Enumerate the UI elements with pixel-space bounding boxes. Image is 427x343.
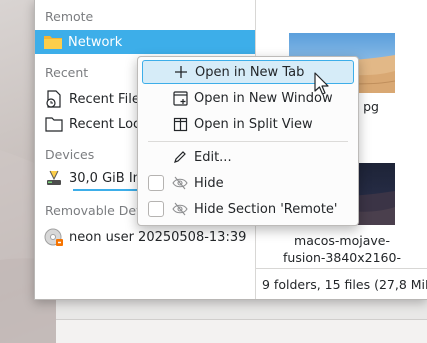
- section-removable: Removable Dev: [45, 203, 144, 218]
- file-name-mojave-line1: macos-mojave-: [294, 233, 390, 248]
- status-bar: 9 folders, 15 files (27,8 MiB): [256, 268, 427, 299]
- mouse-cursor-icon: [314, 72, 329, 95]
- recent-locations-icon: [43, 113, 65, 135]
- hide-section-checkbox[interactable]: [148, 201, 164, 217]
- background-window-bar: [56, 319, 427, 343]
- menu-open-new-window-label: Open in New Window: [194, 90, 333, 106]
- menu-separator: [148, 141, 348, 142]
- menu-open-new-tab-label: Open in New Tab: [195, 64, 305, 80]
- menu-open-split-view[interactable]: Open in Split View: [142, 112, 354, 136]
- place-network[interactable]: Network: [35, 30, 255, 54]
- menu-hide[interactable]: Hide: [142, 171, 354, 195]
- place-recent-files-label: Recent Files: [69, 91, 147, 107]
- place-network-label: Network: [68, 34, 123, 50]
- place-internal-disk-label: 30,0 GiB Int: [69, 170, 146, 186]
- file-name-mojave[interactable]: macos-mojave- fusion-3840x2160-: [276, 232, 408, 266]
- menu-edit-label: Edit...: [194, 149, 232, 165]
- hidden-eye-icon: [172, 175, 188, 191]
- menu-hide-label: Hide: [194, 175, 224, 191]
- place-removable-disk-label: neon user 20250508-13:39: [69, 229, 247, 245]
- menu-edit[interactable]: Edit...: [142, 145, 354, 169]
- pencil-icon: [172, 149, 188, 165]
- section-recent: Recent: [45, 65, 89, 80]
- optical-disc-icon: [43, 226, 65, 248]
- new-window-icon: [172, 90, 188, 106]
- section-remote: Remote: [45, 9, 94, 24]
- section-devices: Devices: [45, 147, 95, 162]
- place-removable-disk[interactable]: neon user 20250508-13:39: [39, 225, 253, 249]
- hidden-eye-icon: [172, 201, 188, 217]
- recent-files-icon: [43, 88, 65, 110]
- status-text: 9 folders, 15 files (27,8 MiB): [262, 276, 427, 292]
- file-name-mojave-line2: fusion-3840x2160-: [283, 250, 401, 265]
- menu-hide-section[interactable]: Hide Section 'Remote': [142, 197, 354, 221]
- split-view-icon: [172, 116, 188, 132]
- folder-network-icon: [42, 31, 64, 53]
- hide-checkbox[interactable]: [148, 175, 164, 191]
- menu-open-split-view-label: Open in Split View: [194, 116, 313, 132]
- hard-disk-icon: [43, 167, 65, 189]
- plus-icon: [173, 64, 189, 80]
- menu-hide-section-label: Hide Section 'Remote': [194, 201, 338, 217]
